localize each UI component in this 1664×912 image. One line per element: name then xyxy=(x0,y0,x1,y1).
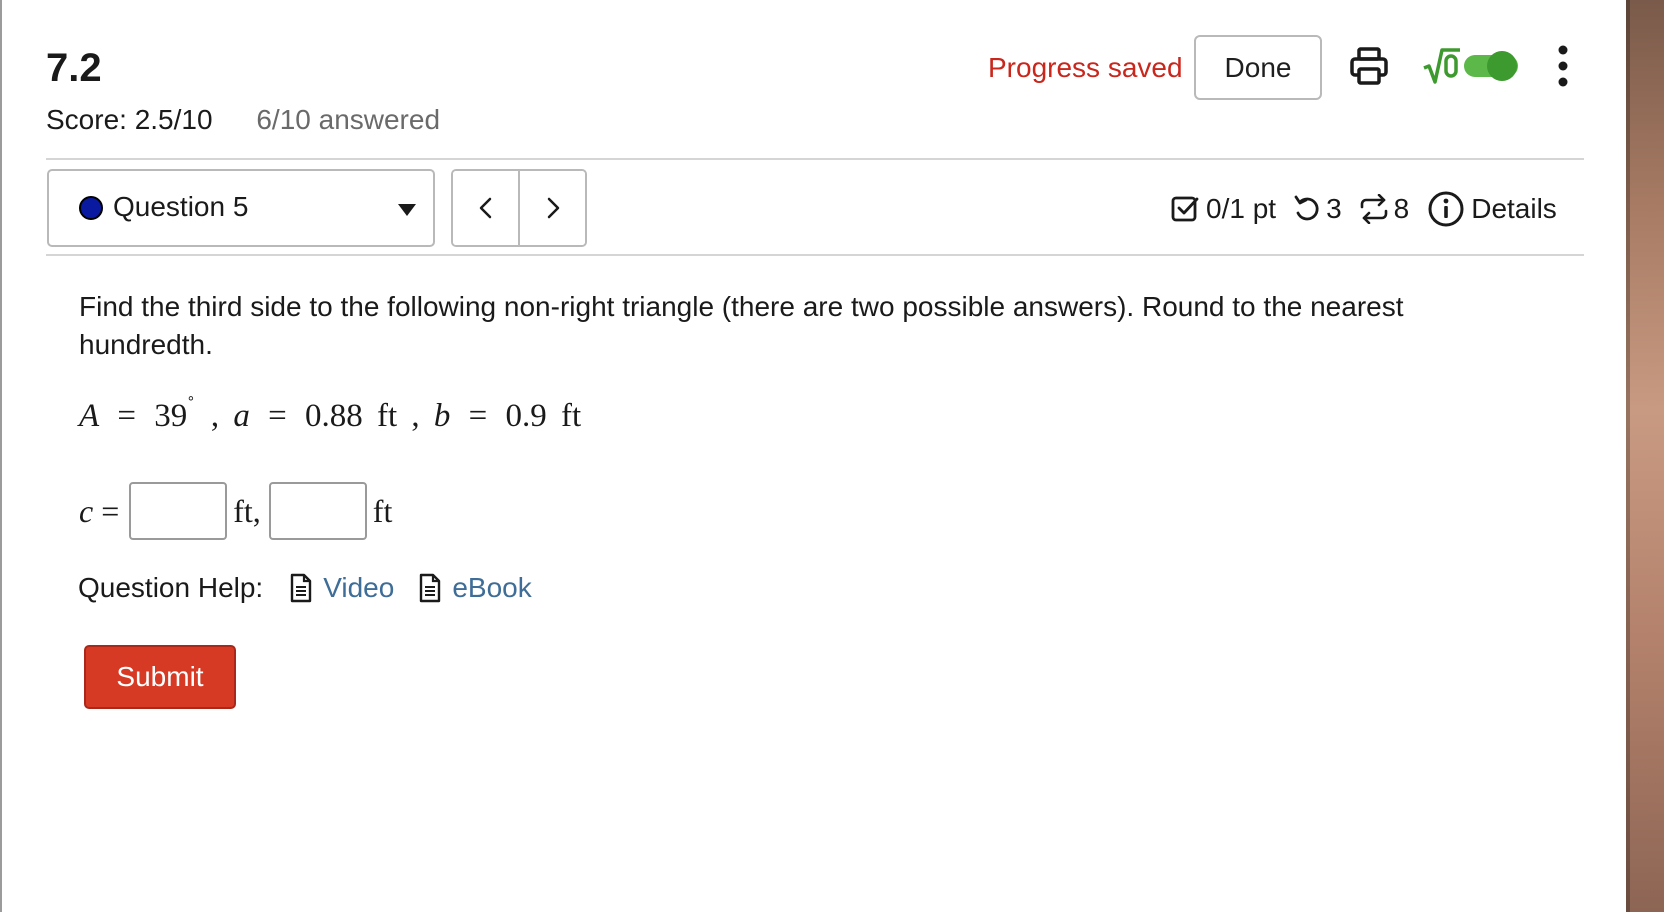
unit: ft xyxy=(561,398,582,434)
comma: , xyxy=(411,398,420,434)
vertical-dots-icon[interactable] xyxy=(1550,44,1576,88)
video-help-link[interactable]: Video xyxy=(289,572,394,604)
equals-sign: = xyxy=(101,492,120,529)
attempts-count: 3 xyxy=(1326,193,1342,224)
question-status-dot xyxy=(79,196,103,220)
question-help: Question Help: Video eBook xyxy=(78,568,532,608)
points-meta: 0/1 pt xyxy=(1170,193,1276,225)
assignment-title: 7.2 xyxy=(46,46,102,90)
header-divider xyxy=(46,158,1584,160)
question-pager xyxy=(451,169,587,247)
retries-meta: 8 xyxy=(1358,193,1410,225)
caret-down-icon xyxy=(398,204,416,216)
question-help-label: Question Help: xyxy=(78,572,264,603)
unit: ft xyxy=(377,398,398,434)
details-label: Details xyxy=(1471,193,1557,224)
answer-input-2[interactable] xyxy=(268,482,367,540)
question-prompt: Find the third side to the following non… xyxy=(79,291,1404,360)
question-selector-label: Question 5 xyxy=(113,191,249,222)
details-button[interactable]: Details xyxy=(1427,190,1557,228)
answer-row: c = ft, ft xyxy=(79,482,392,540)
done-button[interactable]: Done xyxy=(1194,35,1322,100)
angle-value: 39 xyxy=(154,398,188,434)
answer-unit-second: ft xyxy=(372,492,393,529)
progress-status: Progress saved xyxy=(988,52,1183,83)
side-b-variable: b xyxy=(433,398,451,434)
answer-unit-first: ft, xyxy=(233,492,261,529)
ebook-help-label: eBook xyxy=(452,572,532,603)
undo-arrow-icon xyxy=(1294,195,1319,221)
equals-sign: = xyxy=(468,398,488,434)
angle-variable: A xyxy=(79,398,100,434)
score-text: Score: 2.5/10 xyxy=(46,104,213,135)
info-circle-icon xyxy=(1428,191,1464,227)
side-a-variable: a xyxy=(233,398,250,434)
next-question-button[interactable] xyxy=(520,171,585,245)
question-bar-divider xyxy=(46,254,1584,256)
attempts-meta: 3 xyxy=(1292,193,1342,225)
chevron-right-icon xyxy=(547,197,559,219)
assignment-panel: 7.2 Score: 2.5/10 6/10 answered Progress… xyxy=(2,0,1626,912)
degree-symbol: ˚ xyxy=(187,392,195,417)
given-values: A = 39˚ , a = 0.88 ft , b = 0.9 ft xyxy=(79,392,582,435)
previous-question-button[interactable] xyxy=(453,171,520,245)
score-summary: Score: 2.5/10 6/10 answered xyxy=(46,104,440,136)
chevron-left-icon xyxy=(479,197,491,219)
math-entry-toggle[interactable] xyxy=(1422,44,1522,88)
side-a-value: 0.88 xyxy=(305,398,363,434)
equals-sign: = xyxy=(268,398,287,434)
question-selector[interactable]: Question 5 xyxy=(47,169,435,247)
printer-icon[interactable] xyxy=(1349,46,1389,86)
equals-sign: = xyxy=(117,398,137,434)
repeat-arrows-icon xyxy=(1360,194,1387,224)
document-icon xyxy=(291,573,312,603)
answer-input-1[interactable] xyxy=(129,482,228,540)
points-text: 0/1 pt xyxy=(1206,193,1277,224)
video-help-label: Video xyxy=(323,572,395,603)
ebook-help-link[interactable]: eBook xyxy=(418,572,532,604)
side-b-value: 0.9 xyxy=(505,398,547,434)
document-icon xyxy=(420,573,441,603)
background-photo-edge xyxy=(1626,0,1664,912)
submit-button[interactable]: Submit xyxy=(84,645,236,709)
answered-count: 6/10 answered xyxy=(256,104,441,135)
sqrt-zero-icon xyxy=(1423,48,1460,84)
retries-count: 8 xyxy=(1393,193,1410,224)
question-meta: 0/1 pt 3 8 Details xyxy=(1170,186,1557,232)
comma: , xyxy=(210,398,220,434)
answer-variable: c xyxy=(79,492,94,529)
checkbox-check-icon xyxy=(1171,196,1199,222)
